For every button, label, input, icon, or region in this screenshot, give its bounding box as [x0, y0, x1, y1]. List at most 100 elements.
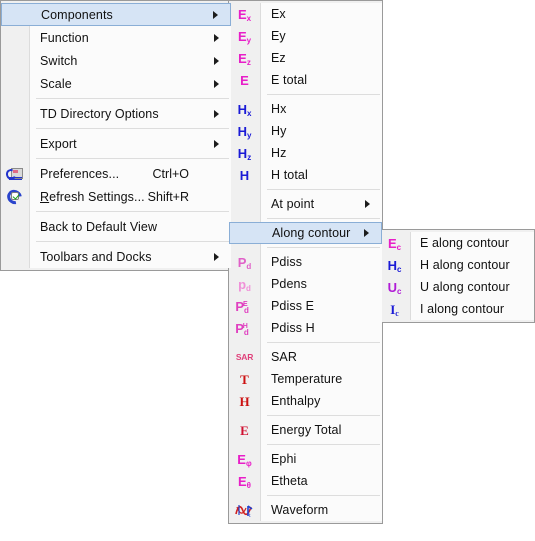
enthalpy-icon: H — [239, 393, 250, 409]
menu-item-shortcut: Ctrl+O — [152, 166, 189, 181]
menu-item-hx[interactable]: Hx Hx — [229, 98, 382, 120]
menu-item-label: Hx — [271, 102, 287, 116]
menu-item-label-rest: efresh Settings... — [49, 189, 145, 204]
menu-item-pdens[interactable]: pd Pdens — [229, 273, 382, 295]
menu-item-waveform[interactable]: t Waveform — [229, 499, 382, 521]
menu-item-label: Back to Default View — [40, 219, 158, 234]
menu-separator — [229, 492, 382, 499]
waveform-icon: t — [234, 503, 255, 519]
menu-item-i-along-contour[interactable]: Ic I along contour — [379, 298, 534, 320]
menu-item-icon-slot: Ez — [229, 47, 260, 69]
menu-item-sar[interactable]: SAR SAR — [229, 346, 382, 368]
i-contour-icon: Ic — [390, 301, 399, 318]
menu-item-td-directory-options[interactable]: TD Directory Options — [1, 102, 231, 125]
menu-item-label: Refresh Settings... — [40, 190, 145, 204]
menu-item-icon-slot: PdE — [229, 295, 260, 317]
menu-item-label: Preferences... — [40, 166, 120, 181]
submenu-arrow-icon — [365, 200, 370, 208]
menu-item-label: I along contour — [420, 302, 505, 316]
menu-item-energy-total[interactable]: E Energy Total — [229, 419, 382, 441]
menu-item-label: Pdens — [271, 277, 307, 291]
menu-item-h-along-contour[interactable]: Hc H along contour — [379, 254, 534, 276]
submenu-arrow-icon — [214, 139, 219, 148]
menu-item-mnemonic: R — [40, 189, 50, 204]
menu-item-back-to-default-view[interactable]: Back to Default View — [1, 215, 231, 238]
menu-item-icon-slot: Eθ — [229, 470, 260, 492]
pdiss-h-icon: PdH — [235, 320, 249, 337]
menu-item-icon-slot: T — [229, 368, 260, 390]
screen: Components Function Switch Scale TD Dire… — [0, 0, 535, 541]
menu-item-label: Waveform — [271, 503, 329, 517]
menu-item-pdiss[interactable]: Pd Pdiss — [229, 251, 382, 273]
menu-item-components[interactable]: Components — [1, 3, 231, 26]
menu-item-etheta[interactable]: Eθ Etheta — [229, 470, 382, 492]
hz-icon: Hz — [237, 145, 252, 162]
menu-item-u-along-contour[interactable]: Uc U along contour — [379, 276, 534, 298]
h-total-icon: H — [239, 167, 250, 183]
menu-item-icon-slot: Uc — [379, 276, 410, 298]
menu-item-toolbars-and-docks[interactable]: Toolbars and Docks — [1, 245, 231, 268]
menu-item-icon-slot: Pd — [229, 251, 260, 273]
menu-item-icon-slot: Eφ — [229, 448, 260, 470]
menu-item-e-total[interactable]: E E total — [229, 69, 382, 91]
submenu-arrow-icon — [214, 252, 219, 261]
h-contour-icon: Hc — [387, 257, 402, 274]
menu-item-pdiss-h[interactable]: PdH Pdiss H — [229, 317, 382, 339]
menu-item-label: SAR — [271, 350, 298, 364]
menu-item-function[interactable]: Function — [1, 26, 231, 49]
menu-item-switch[interactable]: Switch — [1, 49, 231, 72]
menu-item-ey[interactable]: Ey Ey — [229, 25, 382, 47]
menu-item-pdiss-e[interactable]: PdE Pdiss E — [229, 295, 382, 317]
hx-icon: Hx — [237, 101, 252, 118]
menu-separator — [229, 441, 382, 448]
menu-item-at-point[interactable]: At point — [229, 193, 382, 215]
menu-item-ex[interactable]: Ex Ex — [229, 3, 382, 25]
along-contour-submenu: Ec E along contour Hc H along contour Uc U al… — [378, 229, 535, 323]
menu-item-label: Export — [40, 136, 77, 151]
menu-item-icon-slot — [1, 132, 29, 155]
menu-item-h-total[interactable]: H H total — [229, 164, 382, 186]
ephi-icon: Eφ — [237, 451, 252, 468]
menu-item-label: U along contour — [420, 280, 510, 294]
menu-item-icon-slot — [1, 185, 29, 208]
menu-item-label: Ez — [271, 51, 286, 65]
menu-item-icon-slot — [1, 72, 29, 95]
hy-icon: Hy — [237, 123, 252, 140]
menu-item-label: Hy — [271, 124, 287, 138]
menu-item-ephi[interactable]: Eφ Ephi — [229, 448, 382, 470]
view-menu: Components Function Switch Scale TD Dire… — [0, 0, 232, 271]
menu-separator — [1, 208, 231, 215]
menu-item-temperature[interactable]: T Temperature — [229, 368, 382, 390]
menu-item-icon-slot — [1, 215, 29, 238]
menu-item-hy[interactable]: Hy Hy — [229, 120, 382, 142]
menu-item-hz[interactable]: Hz Hz — [229, 142, 382, 164]
menu-item-label: Ex — [271, 7, 286, 21]
menu-item-label: Toolbars and Docks — [40, 249, 152, 264]
pdens-icon: pd — [238, 276, 251, 293]
e-total-icon: E — [240, 72, 249, 88]
menu-item-along-contour[interactable]: Along contour — [229, 222, 382, 244]
ez-icon: Ez — [238, 50, 251, 67]
ey-icon: Ey — [237, 28, 252, 45]
submenu-arrow-icon — [364, 229, 369, 237]
menu-item-icon-slot — [1, 49, 29, 72]
menu-item-label: Pdiss E — [271, 299, 315, 313]
menu-item-label: Hz — [271, 146, 287, 160]
menu-item-icon-slot: Ex — [229, 3, 260, 25]
menu-item-export[interactable]: Export — [1, 132, 231, 155]
menu-separator — [229, 244, 382, 251]
menu-item-icon-slot: Hy — [229, 120, 260, 142]
menu-separator — [229, 215, 382, 222]
menu-item-preferences[interactable]: Preferences... Ctrl+O — [1, 162, 231, 185]
menu-item-icon-slot — [2, 4, 30, 25]
menu-item-label: E along contour — [420, 236, 510, 250]
menu-item-label: Energy Total — [271, 423, 342, 437]
menu-item-enthalpy[interactable]: H Enthalpy — [229, 390, 382, 412]
menu-item-label: H along contour — [420, 258, 510, 272]
e-contour-icon: Ec — [387, 235, 402, 252]
menu-item-e-along-contour[interactable]: Ec E along contour — [379, 232, 534, 254]
menu-item-scale[interactable]: Scale — [1, 72, 231, 95]
menu-item-icon-slot: H — [229, 390, 260, 412]
menu-item-ez[interactable]: Ez Ez — [229, 47, 382, 69]
menu-item-refresh-settings[interactable]: Refresh Settings... Shift+R — [1, 185, 231, 208]
